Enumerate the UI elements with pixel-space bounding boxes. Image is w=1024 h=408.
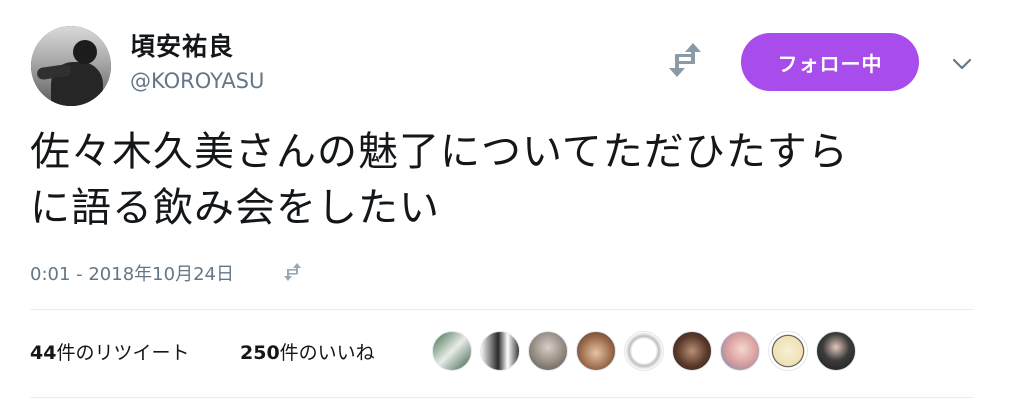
retweet-icon[interactable] <box>666 40 706 80</box>
liker-avatar[interactable] <box>576 331 616 371</box>
like-count-label: 件のいいね <box>279 342 375 364</box>
liker-avatar[interactable] <box>768 331 808 371</box>
like-count-number: 250 <box>240 342 280 364</box>
like-count[interactable]: 250件のいいね <box>240 338 375 365</box>
tweet-card: 頃安祐良 @KOROYASU フォロー中 佐々木久美さんの魅了についてただひたす… <box>0 0 1024 408</box>
avatar[interactable] <box>31 26 111 106</box>
liker-avatar[interactable] <box>624 331 664 371</box>
divider <box>30 397 974 398</box>
liker-avatar[interactable] <box>672 331 712 371</box>
retweet-count-number: 44 <box>30 342 57 364</box>
liker-avatar[interactable] <box>432 331 472 371</box>
liker-avatar[interactable] <box>720 331 760 371</box>
avatar-head <box>73 40 97 64</box>
tweet-timestamp[interactable]: 0:01 - 2018年10月24日 <box>30 260 234 286</box>
user-handle[interactable]: @KOROYASU <box>130 69 264 93</box>
follow-button[interactable]: フォロー中 <box>741 33 919 91</box>
tweet-text: 佐々木久美さんの魅了についてただひたすら に語る飲み会をしたい <box>30 124 990 236</box>
divider <box>30 309 974 310</box>
liker-avatar[interactable] <box>480 331 520 371</box>
retweet-icon <box>284 263 301 281</box>
retweet-count-label: 件のリツイート <box>56 342 190 364</box>
user-display-name[interactable]: 頃安祐良 <box>130 27 234 63</box>
retweet-count[interactable]: 44件のリツイート <box>30 338 189 365</box>
liker-avatar[interactable] <box>528 331 568 371</box>
tweet-text-line: 佐々木久美さんの魅了についてただひたすら <box>30 129 849 175</box>
liker-avatar[interactable] <box>816 331 856 371</box>
tweet-text-line: に語る飲み会をしたい <box>30 185 440 231</box>
chevron-down-icon[interactable] <box>950 55 974 73</box>
